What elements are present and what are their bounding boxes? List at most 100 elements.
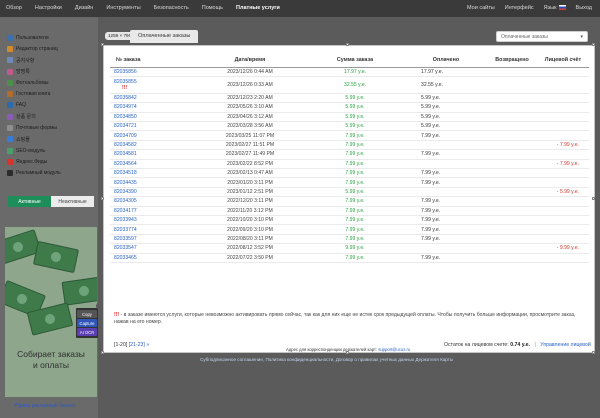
inactive-tab[interactable]: Неактивные	[51, 196, 94, 207]
my-sites-link[interactable]: Мои сайты	[467, 5, 495, 11]
sidebar-item[interactable]: Яндекс.Фиды	[0, 156, 98, 167]
resize-handle[interactable]	[592, 43, 595, 46]
order-account: - 7.99 y.e.	[537, 140, 589, 151]
order-number-link[interactable]: 82033597	[110, 234, 195, 245]
ai-ocr-button[interactable]: AI OCR	[77, 328, 97, 336]
interface-link[interactable]: Интерфейс	[505, 5, 534, 11]
logout-link[interactable]: Выход	[576, 5, 592, 11]
page-next-arrow[interactable]: »	[146, 342, 149, 348]
capture-button[interactable]: Capture	[77, 319, 97, 327]
ad-caption-line1: Собирает заказы	[17, 349, 85, 359]
order-number-link-value: 82035856	[114, 68, 137, 75]
order-number-link[interactable]: 82034974	[110, 102, 195, 113]
resize-handle[interactable]	[101, 43, 104, 46]
order-returned	[487, 121, 537, 132]
order-datetime: 2023/01/12 2:51 PM	[195, 187, 305, 198]
sidebar-item[interactable]: Пользователи	[0, 32, 98, 43]
active-tab[interactable]: Активные	[8, 196, 51, 207]
sidebar-item[interactable]: 상품 문의	[0, 111, 98, 122]
order-account-value: - 7.99 y.e.	[556, 160, 579, 167]
sidebar-item[interactable]: Редактор страниц	[0, 43, 98, 54]
resize-handle[interactable]	[592, 351, 595, 354]
sidebar-item[interactable]: FAQ	[0, 100, 98, 111]
order-number-link[interactable]: 82033774	[110, 224, 195, 235]
language-switch[interactable]: Язык	[544, 5, 566, 11]
order-returned	[487, 253, 537, 263]
order-number-link[interactable]: 82035856	[110, 67, 195, 77]
copy-button[interactable]: Copy	[77, 310, 97, 318]
order-number-link-value: 82033547	[114, 245, 137, 252]
order-number-link[interactable]: 82034390	[110, 187, 195, 198]
remove-ad-link[interactable]: Убрать рекламный баннер	[14, 403, 76, 409]
table-row: 82034582 2023/02/27 11:51 PM 7.99 y.e. - 7.…	[110, 140, 589, 151]
order-filter-select[interactable]: Оплаченные заказы ▾	[496, 31, 588, 42]
order-paid	[405, 140, 487, 151]
manage-account-link[interactable]: Управление лицевой	[540, 342, 590, 348]
tab-paid-orders[interactable]: Оплаченные заказы	[130, 30, 199, 43]
page-next[interactable]: [21-23]	[129, 342, 145, 348]
nav-item[interactable]: Обзор	[6, 5, 22, 11]
order-number-link[interactable]: 82035842	[110, 93, 195, 104]
order-number-link[interactable]: 82034581	[110, 149, 195, 160]
resize-handle[interactable]	[346, 43, 349, 46]
order-number-link[interactable]: 82033547	[110, 243, 195, 254]
nav-item[interactable]: Дизайн	[75, 5, 94, 11]
resize-handle[interactable]	[101, 197, 104, 200]
order-number-link[interactable]: 82034177	[110, 206, 195, 216]
order-number-link[interactable]: 82033465	[110, 253, 195, 263]
order-sum: 9.99 y.e.	[305, 243, 405, 254]
order-datetime: 2022/07/22 3:50 PM	[195, 253, 305, 263]
col-order-number[interactable]: № заказа	[110, 53, 195, 68]
nav-item[interactable]: Настройки	[35, 5, 62, 11]
resize-handle[interactable]	[101, 351, 104, 354]
order-number-link[interactable]: 82034709	[110, 130, 195, 141]
sidebar-item[interactable]: 쇼핑몰	[0, 134, 98, 145]
order-number-link[interactable]: 82034850	[110, 112, 195, 123]
order-account	[537, 206, 589, 216]
order-number-link[interactable]: 82033943	[110, 215, 195, 226]
order-datetime-value: 2023/02/27 11:49 PM	[225, 151, 275, 158]
order-datetime: 2023/05/26 3:10 AM	[195, 102, 305, 113]
footer-links[interactable]: Субподписанное соглашение, Политика конф…	[200, 357, 453, 362]
sidebar-item[interactable]: Почтовые формы	[0, 122, 98, 133]
order-sum-value: 5.99 y.e.	[345, 113, 365, 120]
order-sum: 7.99 y.e.	[305, 253, 405, 263]
sidebar-item[interactable]: SEO-модуль	[0, 145, 98, 156]
order-number-link[interactable]: 82034435	[110, 177, 195, 188]
order-datetime-value: 2023/01/12 2:51 PM	[227, 188, 273, 195]
sidebar-item[interactable]: Фотоальбомы	[0, 77, 98, 88]
order-paid: 7.99 y.e.	[405, 196, 487, 207]
support-email-link[interactable]: support@ucoz.ru	[378, 347, 410, 352]
sidebar-item[interactable]: Гостевая книга	[0, 88, 98, 99]
sidebar-item[interactable]: 공지사항	[0, 55, 98, 66]
order-number-link[interactable]: 82034518	[110, 168, 195, 179]
col-returned[interactable]: Возвращено	[487, 53, 537, 68]
top-nav: Обзор Настройки Дизайн Инструменты Безопасно…	[0, 0, 600, 17]
resize-handle[interactable]	[592, 197, 595, 200]
nav-item[interactable]: Платные услуги	[236, 5, 280, 11]
col-paid[interactable]: Оплачено	[405, 53, 487, 68]
order-datetime-value: 2023/02/13 0:47 AM	[227, 170, 273, 177]
table-row: 82033774 2022/09/20 3:10 PM 7.99 y.e. 7.99 …	[110, 224, 589, 235]
order-datetime-value: 2023/12/23 2:20 AM	[227, 95, 273, 102]
order-paid	[405, 159, 487, 170]
nav-item[interactable]: Помощь	[202, 5, 223, 11]
sidebar-item[interactable]: 방명록	[0, 66, 98, 77]
order-datetime-value: 2022/11/20 3:12 PM	[227, 207, 273, 214]
col-account[interactable]: Лицевой счёт	[537, 53, 589, 68]
order-datetime-value: 2022/10/20 3:10 PM	[227, 217, 273, 224]
nav-item[interactable]: Инструменты	[106, 5, 140, 11]
nav-item[interactable]: Безопасность	[154, 5, 189, 11]
resize-handle[interactable]	[346, 351, 349, 354]
order-number-link[interactable]: 82034721	[110, 121, 195, 132]
order-number-link-value: 82034581	[114, 151, 137, 158]
order-number-link[interactable]: 82034564	[110, 159, 195, 170]
col-datetime[interactable]: Дата/время	[195, 53, 305, 68]
order-number-link[interactable]: 82034582	[110, 140, 195, 151]
sidebar-item[interactable]: Рекламный модуль	[0, 168, 98, 179]
order-sum-value: 7.99 y.e.	[345, 226, 365, 233]
order-account	[537, 130, 589, 141]
order-number-link[interactable]: 82034305	[110, 196, 195, 207]
order-number-link[interactable]: 82035855!!!	[110, 76, 195, 94]
col-order-sum[interactable]: Сумма заказа	[305, 53, 405, 68]
